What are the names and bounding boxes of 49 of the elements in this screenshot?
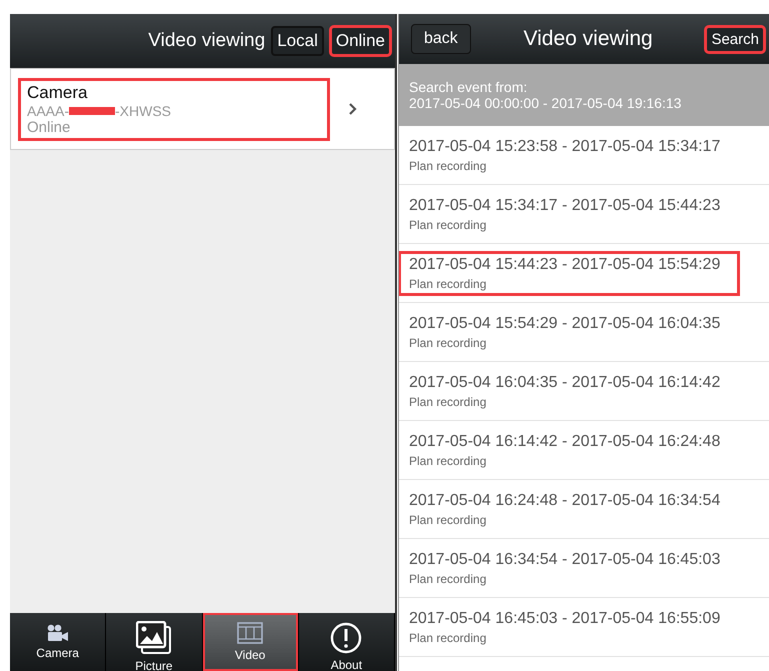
recording-time: 2017-05-04 16:14:42 - 2017-05-04 16:24:48 <box>408 432 722 450</box>
search-range-label: Search event from: <box>408 79 528 95</box>
camera-status: Online <box>27 118 72 136</box>
recording-time: 2017-05-04 16:45:03 - 2017-05-04 16:55:09 <box>408 610 722 628</box>
recording-item[interactable]: 2017-05-04 16:14:42 - 2017-05-04 16:24:48 Plan recording <box>398 421 769 480</box>
tab[interactable]: Camera <box>10 613 106 671</box>
header-button[interactable]: Local <box>271 26 324 56</box>
back-button[interactable]: back <box>410 24 471 54</box>
serial-text: AAAA- <box>27 102 70 118</box>
recording-type: Plan recording <box>408 158 488 172</box>
tab[interactable]: Video <box>202 613 299 671</box>
recording-item[interactable]: 2017-05-04 16:34:54 - 2017-05-04 16:45:03 Plan recording <box>398 539 769 598</box>
tab[interactable]: About <box>298 613 395 671</box>
recording-item[interactable]: 2017-05-04 15:23:58 - 2017-05-04 15:34:17 Plan recording <box>398 126 769 185</box>
recording-type: Plan recording <box>408 218 488 232</box>
tab[interactable]: Picture <box>106 613 202 671</box>
recording-item[interactable]: 2017-05-04 16:45:03 - 2017-05-04 16:55:09 Plan recording <box>398 598 769 657</box>
recording-time: 2017-05-04 15:23:58 - 2017-05-04 15:34:17 <box>408 138 722 156</box>
recording-item[interactable]: 2017-05-04 16:24:48 - 2017-05-04 16:34:54 Plan recording <box>398 480 769 539</box>
film-strip-icon <box>237 622 264 644</box>
recording-time: 2017-05-04 16:34:54 - 2017-05-04 16:45:03 <box>408 550 722 568</box>
search-range-text: 2017-05-04 00:00:00 - 2017-05-04 19:16:13 <box>408 95 682 111</box>
header-button[interactable]: Online <box>330 26 391 56</box>
recording-time: 2017-05-04 16:04:35 - 2017-05-04 16:14:42 <box>408 374 722 392</box>
picture-icon <box>136 621 172 655</box>
recording-type: Plan recording <box>408 394 488 408</box>
recording-type: Plan recording <box>408 454 488 468</box>
recording-time: 2017-05-04 15:44:23 - 2017-05-04 15:54:29 <box>408 256 722 274</box>
recording-item[interactable]: 2017-05-04 16:04:35 - 2017-05-04 16:14:42 Plan recording <box>398 362 769 421</box>
recording-type: Plan recording <box>408 572 488 586</box>
screen-title: Video viewing <box>524 27 653 51</box>
recording-type: Plan recording <box>408 276 488 290</box>
video-camera-icon <box>46 624 70 642</box>
recording-type: Plan recording <box>408 336 488 350</box>
serial-text: -XHWSS <box>115 102 172 118</box>
screen-title: Video viewing <box>148 30 266 52</box>
recording-time: 2017-05-04 15:34:17 - 2017-05-04 15:44:23 <box>408 196 722 214</box>
search-button[interactable]: Search <box>705 26 765 52</box>
recording-type: Plan recording <box>408 630 488 644</box>
camera-name: Camera <box>27 82 88 102</box>
recording-time: 2017-05-04 16:24:48 - 2017-05-04 16:34:54 <box>408 492 722 510</box>
recording-item[interactable]: 2017-05-04 15:34:17 - 2017-05-04 15:44:23 Plan recording <box>398 185 769 244</box>
recording-type: Plan recording <box>408 512 488 526</box>
recording-time: 2017-05-04 15:54:29 - 2017-05-04 16:04:35 <box>408 314 722 332</box>
recording-item[interactable]: 2017-05-04 15:54:29 - 2017-05-04 16:04:35 Plan recording <box>398 303 769 362</box>
chevron-icon <box>348 103 358 115</box>
redaction-bar <box>69 106 116 114</box>
camera-list-item[interactable]: Camera AAAA- -XHWSS Online <box>10 68 395 150</box>
info-icon <box>330 622 362 654</box>
